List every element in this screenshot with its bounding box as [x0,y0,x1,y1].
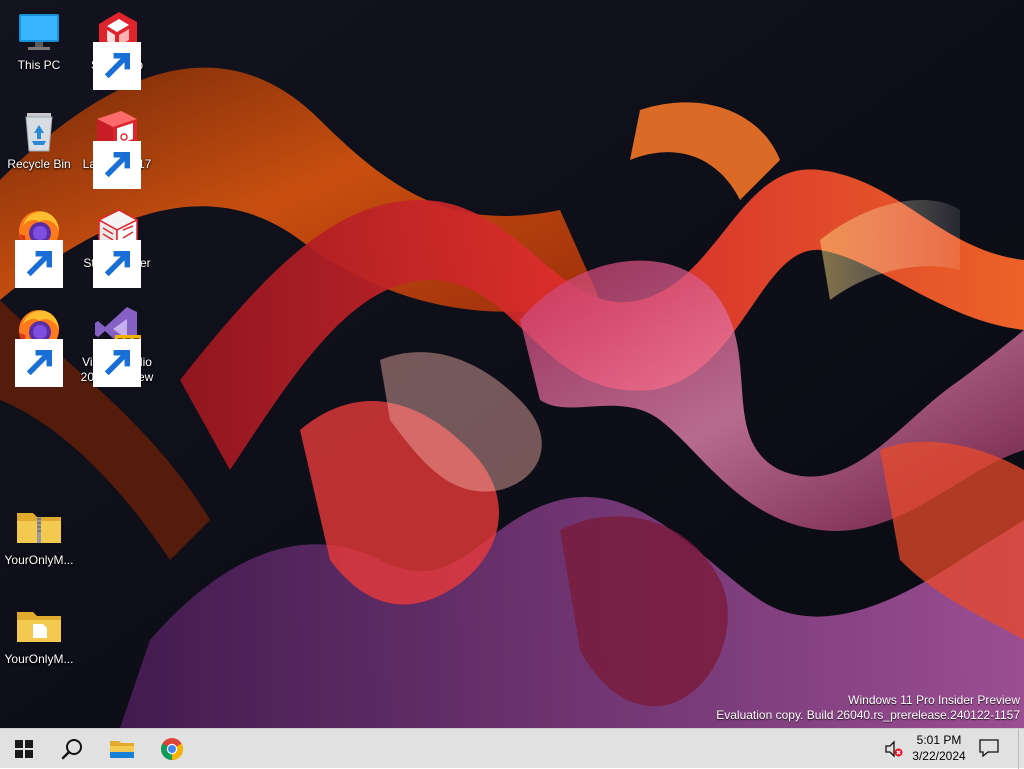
watermark-build: Evaluation copy. Build 26040.rs_prerelea… [716,708,1020,722]
shortcut-arrow-icon [93,141,141,189]
desktop-icon-this-pc[interactable]: This PC [1,8,77,73]
recycle-bin-icon [25,113,53,152]
search-icon [61,739,82,760]
desktop-icon-firefox-2[interactable]: Firefox [1,305,77,387]
file-explorer-icon [110,741,134,758]
desktop[interactable]: This PC Recycle Bin Firefo [0,0,1024,728]
icon-label: This PC [17,58,61,72]
desktop-icon-folder[interactable]: YourOnlyM... [1,602,77,667]
shortcut-arrow-icon [93,339,141,387]
volume-button[interactable] [884,739,904,759]
taskbar-clock[interactable]: 5:01 PM 3/22/2024 [908,732,970,766]
action-center-button[interactable] [978,737,1004,761]
chrome-icon [161,738,183,760]
chrome-button[interactable] [148,729,196,769]
start-button[interactable] [0,729,48,769]
folder-icon [17,612,61,642]
volume-muted-icon [885,740,903,758]
shortcut-arrow-icon [15,240,63,288]
shortcut-arrow-icon [93,240,141,288]
show-desktop-button[interactable] [1018,729,1024,769]
action-center-icon [979,739,999,758]
search-button[interactable] [48,729,96,769]
clock-date: 3/22/2024 [912,749,966,763]
icon-label: Recycle Bin [7,157,71,171]
zip-folder-icon [17,513,61,543]
icon-label: YourOnlyM... [4,652,74,666]
shortcut-arrow-icon [15,339,63,387]
taskbar: 5:01 PM 3/22/2024 [0,728,1024,769]
start-icon [15,740,33,758]
windows-watermark: Windows 11 Pro Insider Preview Evaluatio… [716,693,1020,723]
icon-label: YourOnlyM... [4,553,74,567]
desktop-icon-sketchup[interactable]: SketchUp 2017 [79,8,155,90]
desktop-icon-visual-studio[interactable]: PRE Visual Studio 2022 Preview [79,305,155,387]
shortcut-arrow-icon [93,42,141,90]
desktop-icon-layout[interactable]: LayOut 2017 [79,107,155,189]
file-explorer-button[interactable] [98,729,146,769]
watermark-edition: Windows 11 Pro Insider Preview [848,693,1020,707]
desktop-icon-recycle-bin[interactable]: Recycle Bin [1,107,77,172]
monitor-icon [19,14,59,50]
desktop-icon-zip-folder[interactable]: YourOnlyM... [1,503,77,568]
desktop-icon-firefox-1[interactable]: Firefox [1,206,77,288]
clock-time: 5:01 PM [916,733,962,747]
desktop-icon-style-builder[interactable]: Style Builder 2017 [79,206,155,288]
